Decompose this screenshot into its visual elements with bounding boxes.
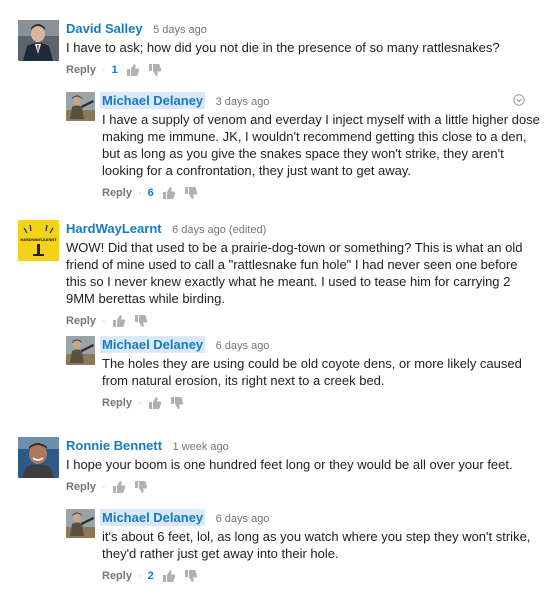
reply-button[interactable]: Reply [66,62,96,78]
comment-text: WOW! Did that used to be a prairie-dog-t… [66,240,523,306]
avatar[interactable] [66,509,95,538]
separator-dot: · [101,315,106,327]
comment-text: it's about 6 feet, lol, as long as you w… [102,529,531,561]
separator-dot: · [101,481,106,493]
reply-button[interactable]: Reply [102,568,132,584]
comment-text: I hope your boom is one hundred feet lon… [66,457,513,472]
reply-button[interactable]: Reply [102,395,132,411]
like-count: 6 [147,187,154,199]
comment-author[interactable]: Michael Delaney [100,509,206,526]
comment-text: I have to ask; how did you not die in th… [66,40,500,55]
thumb-down-icon[interactable] [184,186,198,200]
comment-author[interactable]: David Salley [66,21,143,36]
avatar[interactable] [18,20,59,61]
comment-author[interactable]: Michael Delaney [100,92,206,109]
avatar[interactable] [66,336,95,365]
thumb-down-icon[interactable] [170,396,184,410]
comment-text: I have a supply of venom and everday I i… [102,112,540,178]
avatar-image [66,509,95,538]
thumb-up-icon[interactable] [112,314,126,328]
comment-text: The holes they are using could be old co… [102,356,522,388]
avatar[interactable] [66,92,95,121]
thumb-up-icon[interactable] [148,396,162,410]
comment-time[interactable]: 1 week ago [173,441,229,453]
reply-button[interactable]: Reply [102,185,132,201]
chevron-down-icon[interactable] [513,93,525,106]
reply-button[interactable]: Reply [66,479,96,495]
thumb-up-icon[interactable] [126,63,140,77]
like-count: 2 [147,570,154,582]
comment-time[interactable]: 6 days ago [216,513,270,525]
thumb-down-icon[interactable] [184,569,198,583]
comment-author[interactable]: Michael Delaney [100,336,206,353]
avatar-image: HARDWAYLEARNT [18,220,59,261]
separator-dot: · [101,64,106,76]
separator-dot: · [137,187,142,199]
avatar-image [66,336,95,365]
avatar-logo-text: HARDWAYLEARNT [20,238,57,242]
separator-dot: · [137,570,142,582]
comment-author[interactable]: HardWayLearnt [66,221,162,236]
thumb-down-icon[interactable] [134,314,148,328]
separator-dot: · [137,397,142,409]
comment-author[interactable]: Ronnie Bennett [66,438,162,453]
comment-time[interactable]: 5 days ago [153,24,207,36]
avatar[interactable] [18,437,59,478]
avatar-image [18,20,59,61]
comment-time[interactable]: 3 days ago [216,96,270,108]
thumb-up-icon[interactable] [162,569,176,583]
like-count: 1 [111,64,118,76]
thumb-down-icon[interactable] [148,63,162,77]
avatar-image [66,92,95,121]
avatar[interactable]: HARDWAYLEARNT [18,220,59,261]
avatar-image [18,437,59,478]
thumb-up-icon[interactable] [162,186,176,200]
thumb-up-icon[interactable] [112,480,126,494]
comment-time[interactable]: 6 days ago (edited) [172,224,266,236]
comment-time[interactable]: 6 days ago [216,340,270,352]
reply-button[interactable]: Reply [66,313,96,329]
thumb-down-icon[interactable] [134,480,148,494]
